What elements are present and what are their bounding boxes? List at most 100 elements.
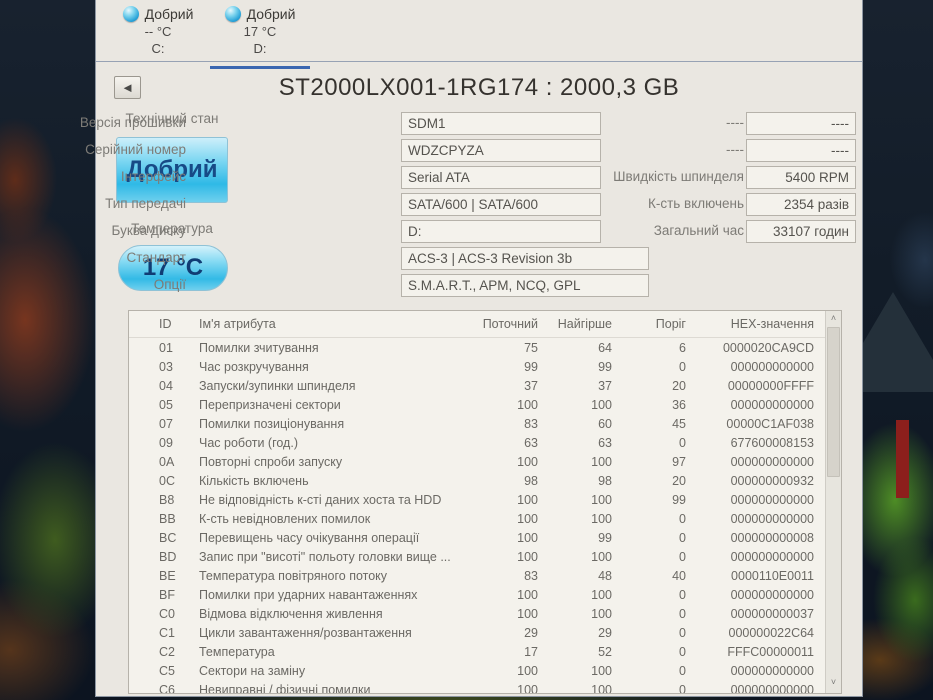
attribute-worst: 100 (591, 511, 612, 526)
attribute-hex: 0000110E0011 (731, 568, 814, 583)
attribute-current: 99 (524, 359, 538, 374)
smart-attribute-row[interactable]: 09 Час роботи (год.) 63 63 0 67760000815… (129, 433, 826, 452)
smart-attribute-row[interactable]: BF Помилки при ударних навантаженнях 100… (129, 585, 826, 604)
health-orb-icon (224, 6, 241, 22)
smart-attribute-row[interactable]: BC Перевищень часу очікування операції 1… (129, 528, 826, 547)
smart-attribute-row[interactable]: C2 Температура 17 52 0 FFFC00000011 (129, 642, 826, 661)
attribute-id: BE (159, 568, 176, 583)
attribute-worst: 48 (598, 568, 612, 583)
attribute-threshold: 0 (679, 435, 686, 450)
tab-drive-letter: C: (151, 41, 165, 56)
attribute-threshold: 0 (679, 530, 686, 545)
smart-attribute-row[interactable]: 07 Помилки позиціонування 83 60 45 00000… (129, 414, 826, 433)
spindle-speed-value: 5400 RPM (746, 166, 856, 189)
column-header-id[interactable]: ID (159, 317, 193, 331)
field-label: Загальний час (653, 223, 744, 238)
attribute-threshold: 20 (672, 473, 686, 488)
smart-attribute-row[interactable]: BE Температура повітряного потоку 83 48 … (129, 566, 826, 585)
empty-value: ---- (746, 112, 856, 135)
attribute-id: 0C (159, 473, 175, 488)
attribute-hex: 00000C1AF038 (726, 416, 814, 431)
attribute-id: 04 (159, 378, 173, 393)
scroll-down-icon[interactable]: ˅ (826, 675, 841, 690)
attribute-name: Відмова відключення живлення (199, 606, 383, 621)
drive-tab-c[interactable]: Добрий -- °C C: (110, 6, 206, 56)
table-scrollbar[interactable]: ˄ ˅ (825, 311, 841, 693)
attribute-hex: 000000000932 (730, 473, 814, 488)
smart-attribute-row[interactable]: BB К-сть невідновлених помилок 100 100 0… (129, 509, 826, 528)
attribute-threshold: 0 (679, 625, 686, 640)
smart-attribute-row[interactable]: 01 Помилки зчитування 75 64 6 0000020CA9… (129, 338, 826, 357)
attribute-id: BD (159, 549, 177, 564)
attribute-worst: 37 (598, 378, 612, 393)
attribute-id: 0A (159, 454, 175, 469)
attribute-worst: 100 (591, 397, 612, 412)
attribute-worst: 29 (598, 625, 612, 640)
attribute-current: 75 (524, 340, 538, 355)
attribute-threshold: 97 (672, 454, 686, 469)
attribute-threshold: 99 (672, 492, 686, 507)
attribute-threshold: 6 (679, 340, 686, 355)
attribute-id: C0 (159, 606, 175, 621)
smart-attribute-row[interactable]: C0 Відмова відключення живлення 100 100 … (129, 604, 826, 623)
attribute-current: 100 (517, 549, 538, 564)
smart-attribute-row[interactable]: C1 Цикли завантаження/розвантаження 29 2… (129, 623, 826, 642)
attribute-worst: 98 (598, 473, 612, 488)
smart-attribute-row[interactable]: 0A Повторні спроби запуску 100 100 97 00… (129, 452, 826, 471)
attribute-id: C5 (159, 663, 175, 678)
column-header-worst[interactable]: Найгірше (538, 317, 612, 331)
column-header-hex[interactable]: HEX-значення (686, 317, 814, 331)
attribute-name: Помилки позиціонування (199, 416, 345, 431)
attribute-hex: FFFC00000011 (727, 644, 814, 659)
smart-attribute-row[interactable]: BD Запис при "висоті" польоту головки ви… (129, 547, 826, 566)
attribute-current: 98 (524, 473, 538, 488)
attribute-name: Запис при "висоті" польоту головки вище … (199, 549, 451, 564)
smart-attribute-row[interactable]: C6 Невиправні / фізичні помилки 100 100 … (129, 680, 826, 694)
smart-attribute-row[interactable]: 0C Кількість включень 98 98 20 000000000… (129, 471, 826, 490)
attribute-id: C6 (159, 682, 175, 694)
back-button[interactable]: ◄ (114, 76, 141, 99)
attribute-hex: 000000000000 (730, 511, 814, 526)
field-label: Стандарт (126, 250, 186, 265)
field-row: К-сть включень 2354 разів (96, 193, 864, 216)
attribute-threshold: 0 (679, 359, 686, 374)
attribute-threshold: 40 (672, 568, 686, 583)
attribute-worst: 100 (591, 454, 612, 469)
smart-attribute-row[interactable]: 03 Час розкручування 99 99 0 00000000000… (129, 357, 826, 376)
smart-attribute-row[interactable]: C5 Сектори на заміну 100 100 0 000000000… (129, 661, 826, 680)
scrollbar-thumb[interactable] (827, 327, 840, 477)
attribute-hex: 0000020CA9CD (722, 340, 814, 355)
attribute-current: 100 (517, 492, 538, 507)
attribute-worst: 100 (591, 549, 612, 564)
column-header-current[interactable]: Поточний (472, 317, 538, 331)
attribute-name: Сектори на заміну (199, 663, 306, 678)
smart-table-body: 01 Помилки зчитування 75 64 6 0000020CA9… (129, 338, 841, 694)
attribute-current: 63 (524, 435, 538, 450)
smart-attribute-table: ID Ім'я атрибута Поточний Найгірше Поріг… (128, 310, 842, 694)
attribute-threshold: 20 (672, 378, 686, 393)
column-header-name[interactable]: Ім'я атрибута (193, 317, 472, 331)
attribute-current: 100 (517, 397, 538, 412)
smart-attribute-row[interactable]: 04 Запуски/зупинки шпинделя 37 37 20 000… (129, 376, 826, 395)
attribute-name: Цикли завантаження/розвантаження (199, 625, 412, 640)
attribute-hex: 000000000000 (730, 587, 814, 602)
attribute-id: 03 (159, 359, 173, 374)
scroll-up-icon[interactable]: ˄ (826, 311, 841, 326)
tab-status-label: Добрий (246, 6, 296, 22)
drive-tab-d[interactable]: Добрий 17 °C D: (210, 6, 310, 69)
attribute-id: C2 (159, 644, 175, 659)
field-label: Швидкість шпинделя (613, 169, 744, 184)
attribute-threshold: 0 (679, 587, 686, 602)
field-label: ---- (726, 142, 744, 157)
standard-value: ACS-3 | ACS-3 Revision 3b (401, 247, 649, 270)
attribute-current: 100 (517, 511, 538, 526)
field-label: Опції (153, 277, 186, 292)
attribute-name: Не відповідність к-сті даних хоста та HD… (199, 492, 442, 507)
wallpaper-pagoda-pillar (896, 420, 909, 498)
column-header-threshold[interactable]: Поріг (612, 317, 686, 331)
attribute-current: 100 (517, 606, 538, 621)
smart-attribute-row[interactable]: 05 Перепризначені сектори 100 100 36 000… (129, 395, 826, 414)
health-orb-icon (122, 6, 139, 22)
attribute-hex: 000000000008 (730, 530, 814, 545)
smart-attribute-row[interactable]: B8 Не відповідність к-сті даних хоста та… (129, 490, 826, 509)
